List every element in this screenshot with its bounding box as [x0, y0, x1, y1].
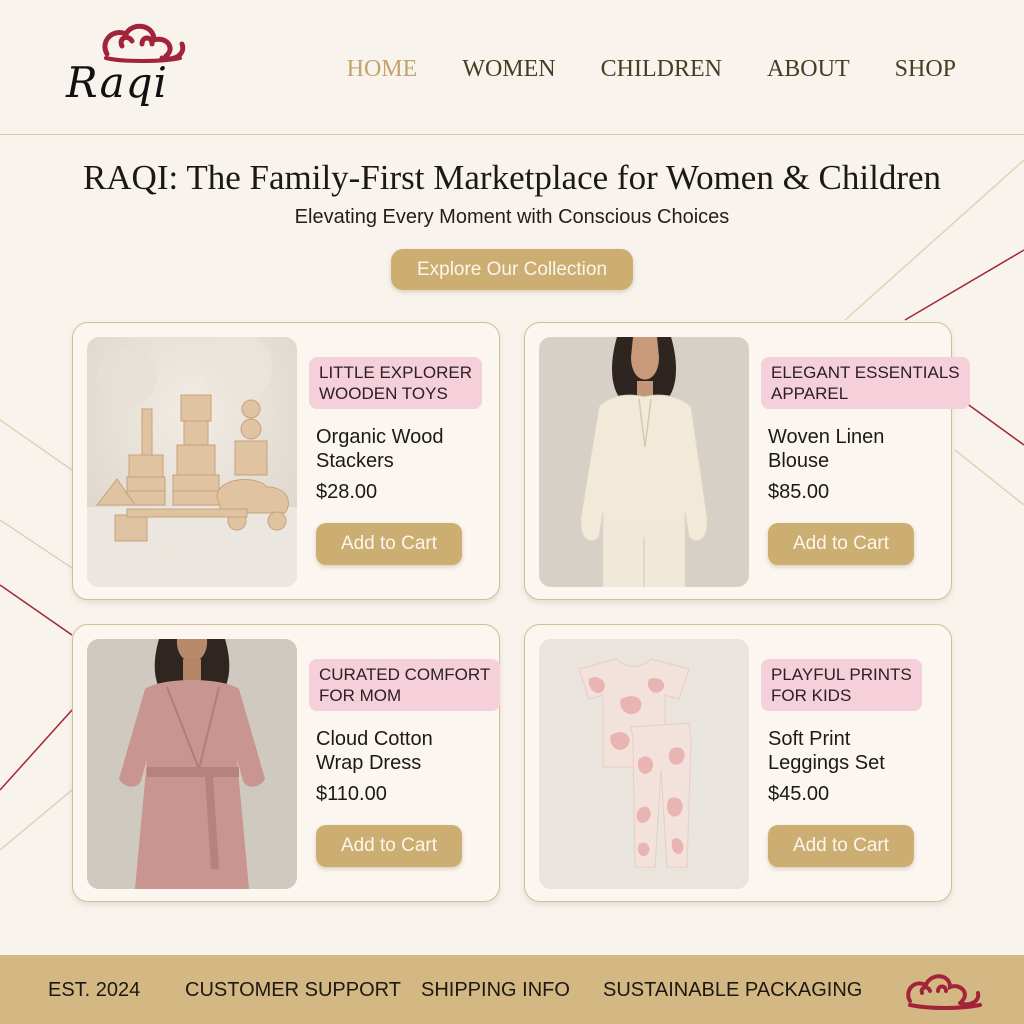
product-name-line: Woven Linen — [768, 426, 885, 448]
tag-line: FOR KIDS — [771, 686, 852, 705]
footer-sustainable-packaging-link[interactable]: SUSTAINABLE PACKAGING — [603, 979, 862, 1002]
logo-wordmark: Raqi — [66, 58, 168, 107]
product-card-wrap-dress: CURATED COMFORT FOR MOM Cloud Cotton Wra… — [72, 624, 501, 902]
product-card-linen-blouse: ELEGANT ESSENTIALS APPAREL Woven Linen B… — [524, 322, 970, 600]
tag-line: LITTLE EXPLORER — [319, 363, 473, 382]
tag-line: FOR MOM — [319, 686, 402, 705]
category-tag: CURATED COMFORT FOR MOM — [309, 659, 501, 711]
explore-collection-button[interactable]: Explore Our Collection — [391, 249, 633, 290]
tag-line: ELEGANT ESSENTIALS — [771, 363, 960, 382]
kids-print-set-image[interactable] — [539, 639, 749, 889]
nav-home[interactable]: HOME — [347, 56, 418, 83]
tag-line: APPAREL — [771, 384, 849, 403]
nav-shop[interactable]: SHOP — [895, 56, 956, 83]
tag-line: WOODEN TOYS — [319, 384, 448, 403]
footer-established: EST. 2024 — [48, 979, 141, 1001]
product-name: Woven Linen Blouse — [768, 425, 884, 473]
product-card-leggings-set: PLAYFUL PRINTS FOR KIDS Soft Print Leggi… — [524, 624, 952, 902]
add-to-cart-button[interactable]: Add to Cart — [316, 825, 462, 867]
category-tag: LITTLE EXPLORER WOODEN TOYS — [309, 357, 483, 409]
footer-shipping-info-link[interactable]: SHIPPING INFO — [421, 979, 570, 1002]
wooden-toys-image[interactable] — [87, 337, 297, 587]
hero-title: RAQI: The Family-First Marketplace for W… — [82, 158, 942, 197]
category-tag: ELEGANT ESSENTIALS APPAREL — [761, 357, 970, 409]
footer-customer-support-link[interactable]: CUSTOMER SUPPORT — [185, 979, 401, 1002]
raqi-logo[interactable]: Raqi — [62, 14, 202, 122]
add-to-cart-button[interactable]: Add to Cart — [768, 825, 914, 867]
tag-line: CURATED COMFORT — [319, 665, 491, 684]
product-name-line: Soft Print — [768, 728, 851, 750]
main-nav: HOME WOMEN CHILDREN ABOUT SHOP — [347, 56, 956, 83]
site-header: Raqi HOME WOMEN CHILDREN ABOUT SHOP — [0, 0, 1024, 135]
product-name-line: Organic Wood — [316, 426, 444, 448]
site-footer: EST. 2024 CUSTOMER SUPPORT SHIPPING INFO… — [0, 955, 1024, 1024]
product-price: $110.00 — [316, 783, 387, 805]
product-name-line: Blouse — [768, 450, 830, 472]
product-price: $45.00 — [768, 783, 830, 805]
product-name: Soft Print Leggings Set — [768, 727, 885, 775]
product-price: $85.00 — [768, 481, 830, 503]
add-to-cart-button[interactable]: Add to Cart — [316, 523, 462, 565]
product-name: Organic Wood Stackers — [316, 425, 443, 473]
product-name-line: Leggings Set — [768, 752, 885, 774]
cloud-emblem-icon — [906, 974, 982, 1010]
nav-about[interactable]: ABOUT — [767, 56, 850, 83]
nav-women[interactable]: WOMEN — [462, 56, 555, 83]
product-price: $28.00 — [316, 481, 378, 503]
linen-blouse-image[interactable] — [539, 337, 749, 587]
product-name: Cloud Cotton Wrap Dress — [316, 727, 433, 775]
wrap-dress-image[interactable] — [87, 639, 297, 889]
product-card-wooden-stackers: LITTLE EXPLORER WOODEN TOYS Organic Wood… — [72, 322, 500, 600]
category-tag: PLAYFUL PRINTS FOR KIDS — [761, 659, 922, 711]
tag-line: PLAYFUL PRINTS — [771, 665, 912, 684]
hero-subtitle: Elevating Every Moment with Conscious Ch… — [294, 206, 730, 228]
add-to-cart-button[interactable]: Add to Cart — [768, 523, 914, 565]
product-name-line: Wrap Dress — [316, 752, 422, 774]
product-name-line: Cloud Cotton — [316, 728, 433, 750]
product-name-line: Stackers — [316, 450, 394, 472]
nav-children[interactable]: CHILDREN — [601, 56, 722, 83]
